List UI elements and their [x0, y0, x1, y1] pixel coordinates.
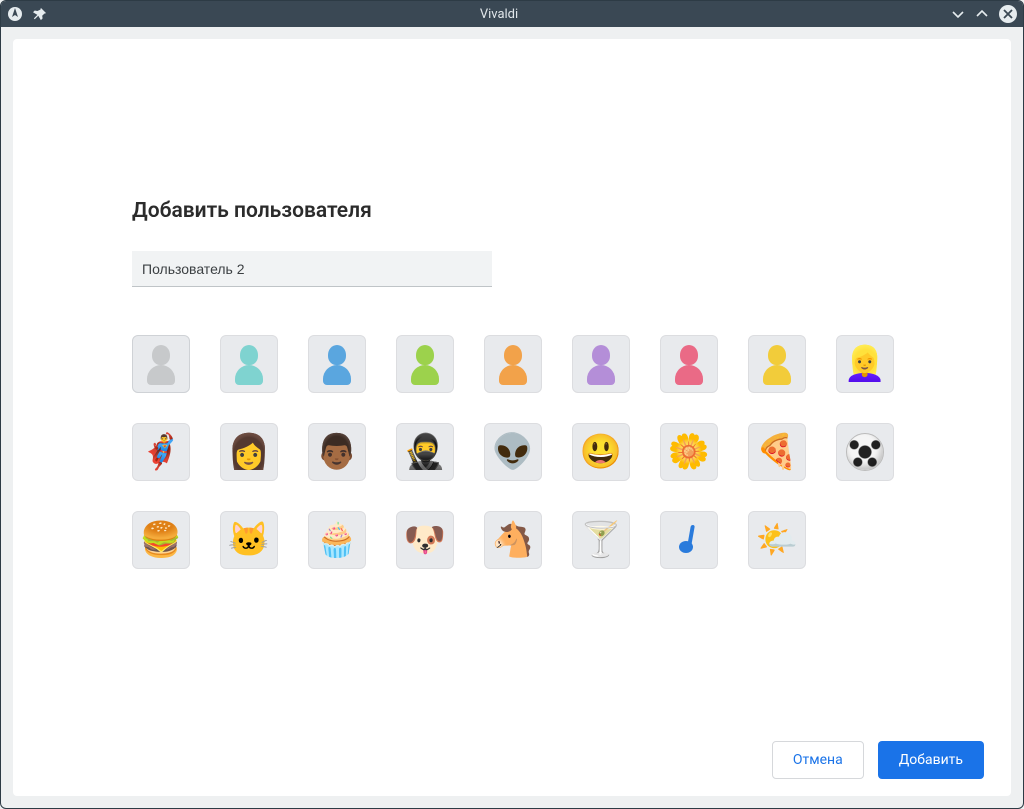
avatar-dog[interactable]: 🐶 [396, 511, 454, 569]
maximize-icon[interactable] [975, 7, 989, 21]
avatar-cupcake[interactable]: 🧁 [308, 511, 366, 569]
avatar-cocktail[interactable]: 🍸 [572, 511, 630, 569]
avatar-blue[interactable] [308, 335, 366, 393]
dialog-heading: Добавить пользователя [132, 199, 892, 223]
add-button[interactable]: Добавить [878, 741, 984, 779]
avatar-burger[interactable]: 🍔 [132, 511, 190, 569]
avatar-ninja[interactable]: 🥷 [396, 423, 454, 481]
avatar-horse[interactable]: 🐴 [484, 511, 542, 569]
avatar-music-note[interactable] [660, 511, 718, 569]
avatar-superhero[interactable]: 🦸‍♂️ [132, 423, 190, 481]
add-user-dialog: Добавить пользователя 👱‍♀️ 🦸‍♂️ 👩 👨🏾 🥷 👽 😃 🌼 🍕 🍔 🐱… [13, 39, 1011, 796]
avatar-sunglasses-woman[interactable]: 👩 [220, 423, 278, 481]
dialog-buttons: Отмена Добавить [772, 741, 984, 779]
avatar-smiley[interactable]: 😃 [572, 423, 630, 481]
close-icon[interactable] [999, 5, 1017, 23]
avatar-grid: 👱‍♀️ 🦸‍♂️ 👩 👨🏾 🥷 👽 😃 🌼 🍕 🍔 🐱 🧁 🐶 🐴 🍸 🌤️ [132, 335, 892, 569]
avatar-pink[interactable] [660, 335, 718, 393]
avatar-cat[interactable]: 🐱 [220, 511, 278, 569]
avatar-green[interactable] [396, 335, 454, 393]
cancel-button[interactable]: Отмена [772, 741, 864, 779]
avatar-pizza[interactable]: 🍕 [748, 423, 806, 481]
app-window: Vivaldi Добавить пользователя 👱‍♀️🦸‍♂ [0, 0, 1024, 809]
avatar-alien[interactable]: 👽 [484, 423, 542, 481]
content-frame: Добавить пользователя 👱‍♀️ 🦸‍♂️ 👩 👨🏾 🥷 👽 😃 🌼 🍕 🍔 🐱… [1, 27, 1023, 808]
pin-icon[interactable] [33, 7, 47, 21]
avatar-grey[interactable] [132, 335, 190, 393]
avatar-flower[interactable]: 🌼 [660, 423, 718, 481]
avatar-purple[interactable] [572, 335, 630, 393]
window-title: Vivaldi [47, 7, 951, 22]
avatar-blonde-woman[interactable]: 👱‍♀️ [836, 335, 894, 393]
app-menu-icon[interactable] [7, 6, 23, 22]
avatar-teal[interactable] [220, 335, 278, 393]
avatar-soccer[interactable] [836, 423, 894, 481]
username-input[interactable] [132, 251, 492, 287]
avatar-weather[interactable]: 🌤️ [748, 511, 806, 569]
minimize-icon[interactable] [951, 7, 965, 21]
avatar-orange[interactable] [484, 335, 542, 393]
avatar-man[interactable]: 👨🏾 [308, 423, 366, 481]
titlebar: Vivaldi [1, 1, 1023, 27]
avatar-yellow[interactable] [748, 335, 806, 393]
